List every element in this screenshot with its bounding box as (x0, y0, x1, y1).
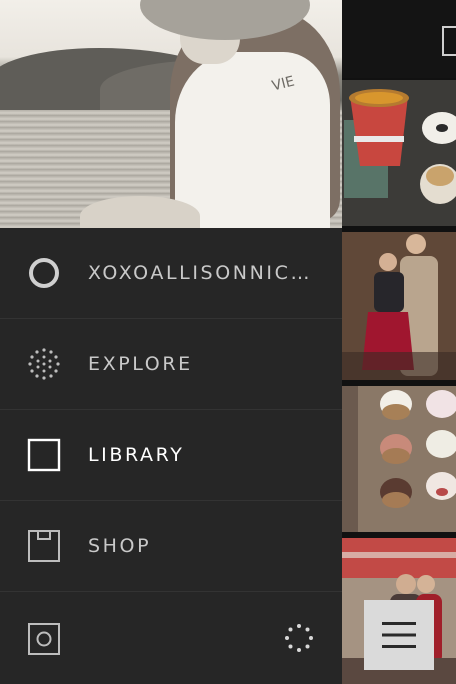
grid-top-bar (342, 0, 456, 78)
shop-box-icon (0, 501, 88, 591)
loading-spinner-icon (284, 623, 314, 653)
library-square-icon (0, 410, 88, 500)
profile-circle-icon (0, 228, 88, 318)
square-icon[interactable] (442, 26, 456, 56)
menu-item-label: XOXOALLISONNIC… (88, 262, 313, 284)
hamburger-icon (382, 622, 416, 648)
library-photo-tile[interactable] (342, 232, 456, 380)
camera-icon[interactable] (28, 623, 60, 655)
hamburger-menu-button[interactable] (364, 600, 434, 670)
menu-item-profile[interactable]: XOXOALLISONNIC… (0, 228, 342, 319)
library-photo-tile[interactable] (342, 386, 456, 532)
drawer-bottom-bar (0, 593, 342, 684)
menu-item-label: EXPLORE (88, 353, 193, 375)
menu-item-shop[interactable]: SHOP (0, 501, 342, 592)
library-photo-tile[interactable] (342, 80, 456, 226)
explore-dots-icon (0, 319, 88, 409)
library-grid (342, 0, 456, 684)
photo-shirt (175, 52, 330, 228)
drawer-menu: XOXOALLISONNIC… EXPLORE LIBRARY SHOP (0, 228, 342, 592)
menu-item-label: LIBRARY (88, 444, 185, 466)
profile-header-photo[interactable]: VIE (0, 0, 342, 228)
menu-item-label: SHOP (88, 535, 152, 557)
menu-item-explore[interactable]: EXPLORE (0, 319, 342, 410)
menu-item-library[interactable]: LIBRARY (0, 410, 342, 501)
photo-leg (80, 196, 200, 228)
navigation-drawer: VIE XOXOALLISONNIC… EXPLORE LIBRARY SHOP (0, 0, 342, 684)
